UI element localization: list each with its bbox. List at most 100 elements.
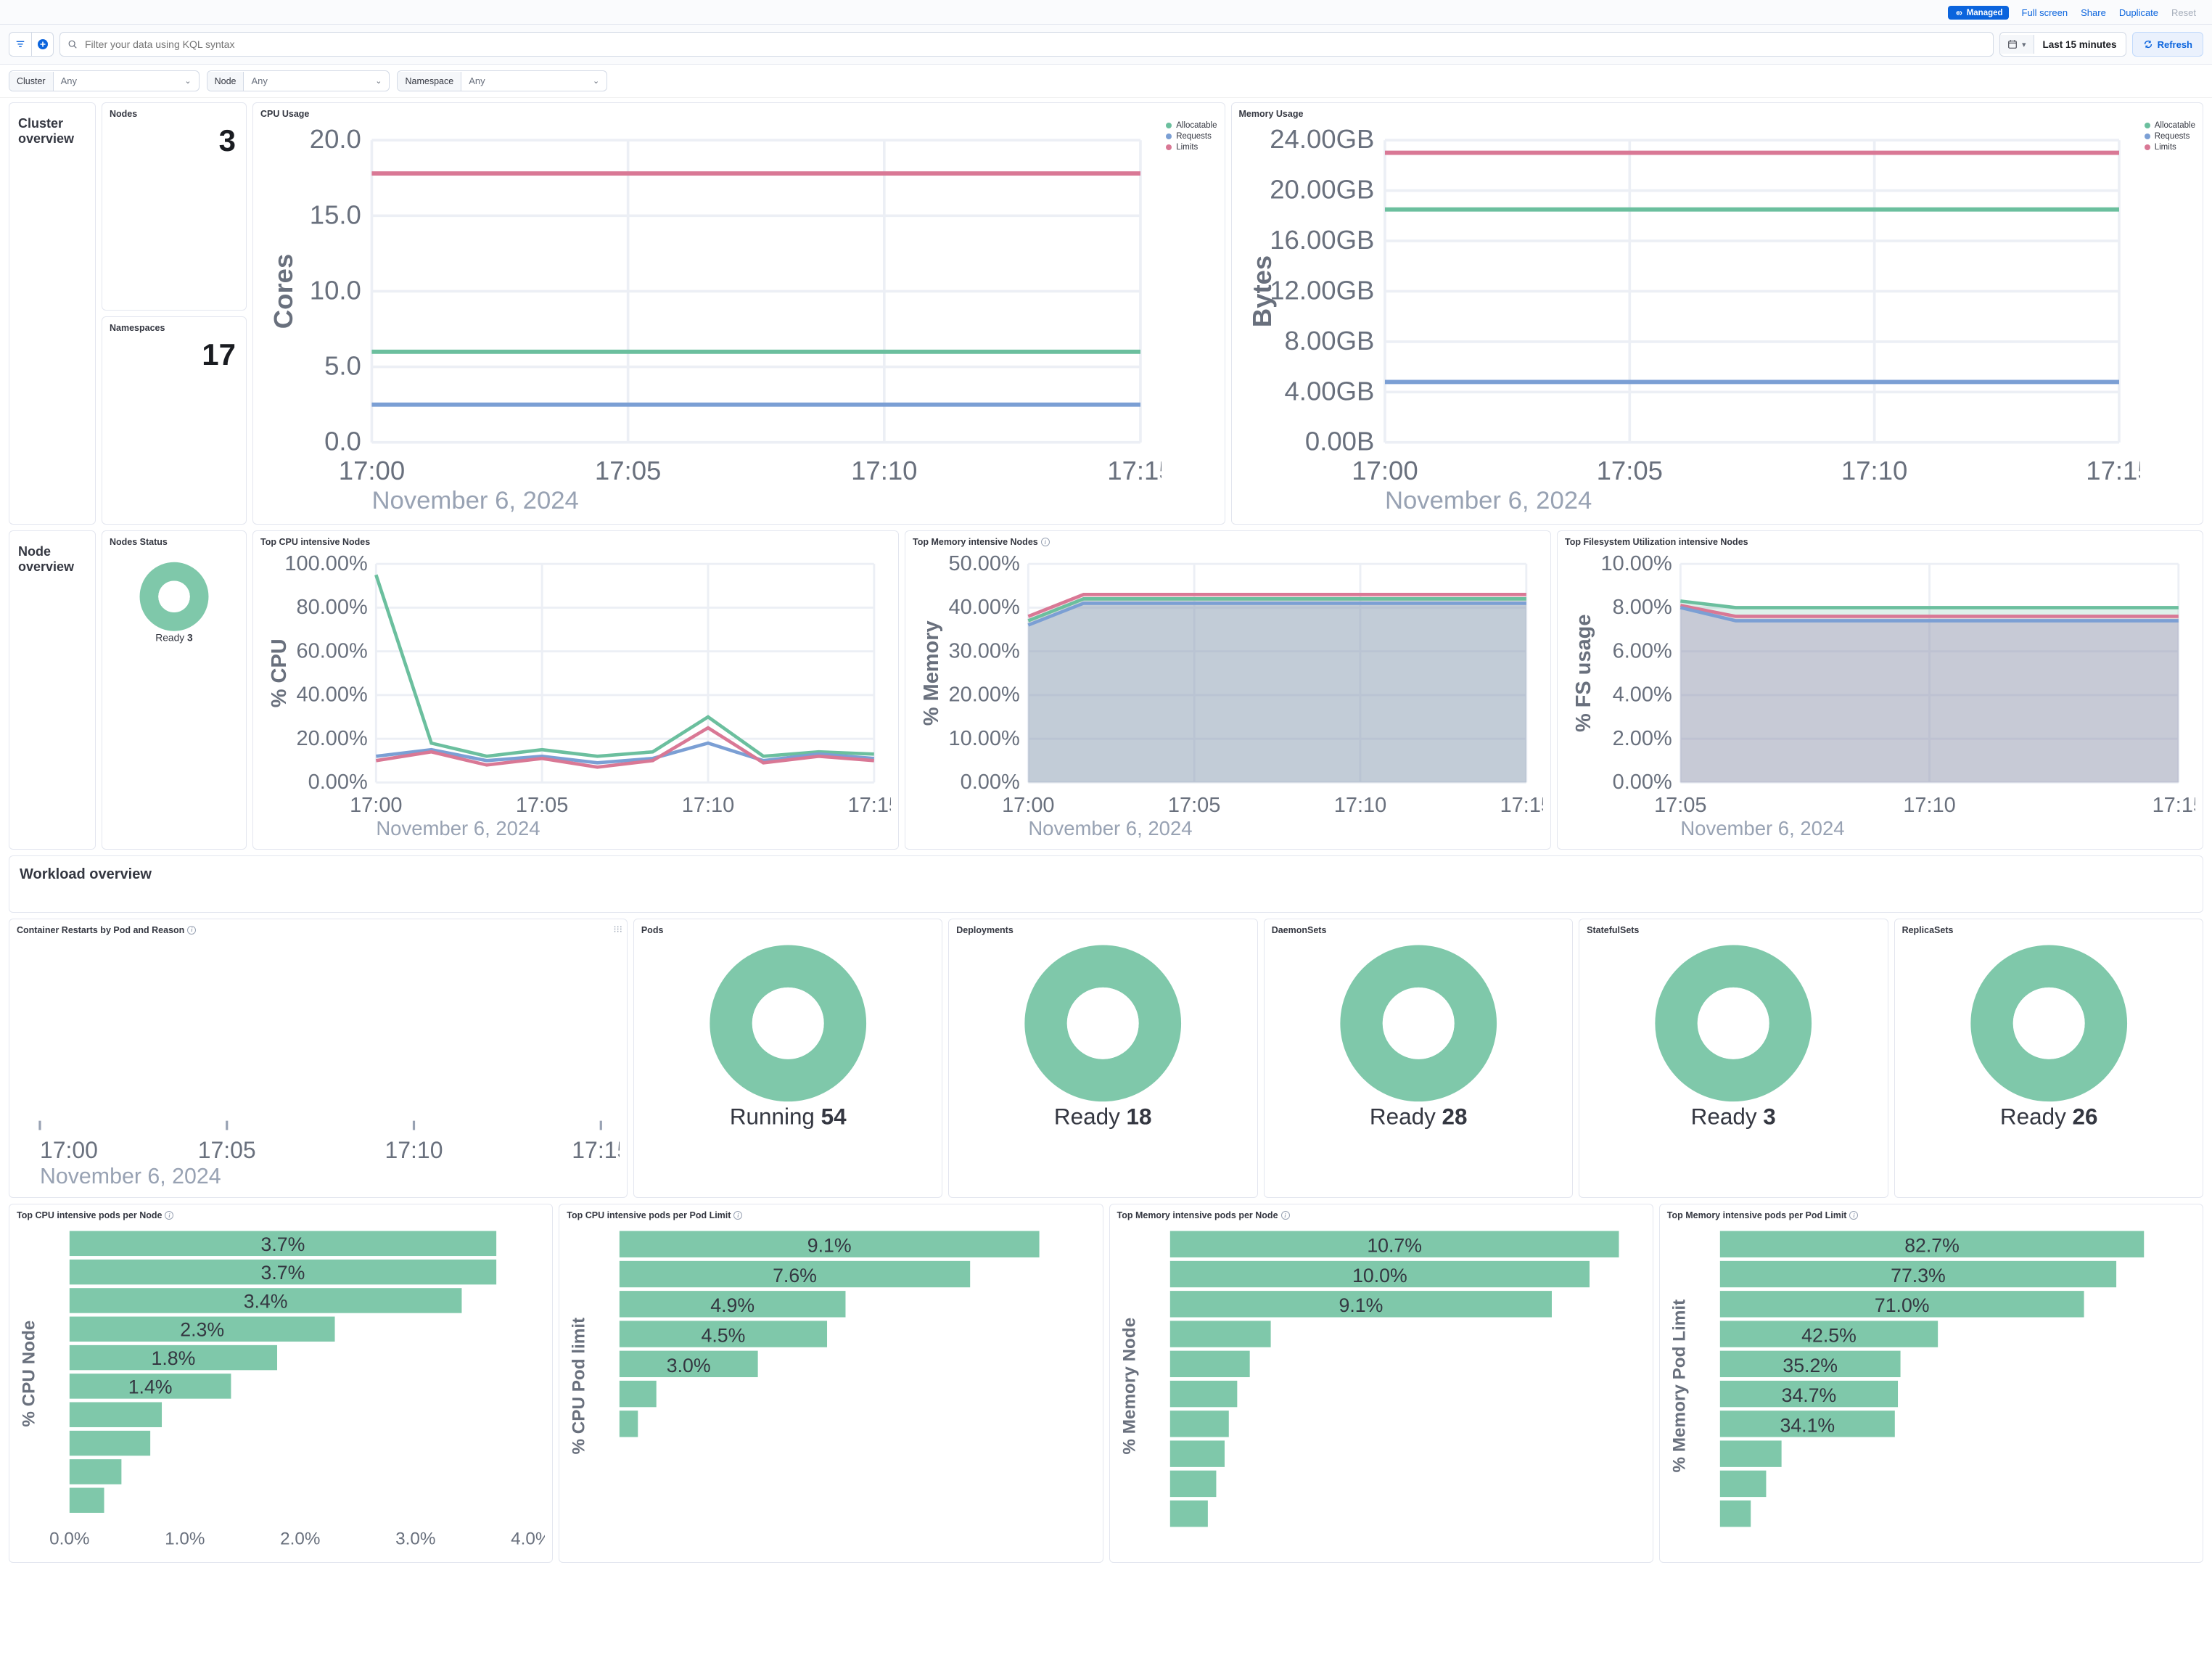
svg-text:0.0%: 0.0% (49, 1530, 89, 1549)
svg-text:17:15: 17:15 (848, 794, 891, 817)
svg-text:November 6, 2024: November 6, 2024 (40, 1164, 221, 1188)
cluster-filter: Cluster Any⌄ (9, 70, 200, 91)
svg-text:3.0%: 3.0% (395, 1530, 435, 1549)
kql-input[interactable] (82, 33, 1986, 56)
chevron-down-icon: ⌄ (593, 76, 599, 86)
svg-text:Bytes: Bytes (1246, 255, 1276, 327)
svg-text:17:05: 17:05 (198, 1136, 256, 1162)
svg-text:0.0: 0.0 (324, 427, 361, 456)
time-range-label[interactable]: Last 15 minutes (2034, 35, 2126, 54)
dashboard-top-actions: Managed Full screen Share Duplicate Rese… (0, 0, 2212, 25)
full-screen-link[interactable]: Full screen (2022, 7, 2068, 18)
filter-bar: Cluster Any⌄ Node Any⌄ Namespace Any⌄ (0, 65, 2212, 98)
svg-text:% CPU Pod limit: % CPU Pod limit (570, 1318, 589, 1455)
plus-circle-icon (37, 38, 49, 50)
managed-badge-label: Managed (1967, 9, 2003, 17)
svg-text:0.00%: 0.00% (308, 771, 368, 794)
svg-text:0.00%: 0.00% (961, 771, 1020, 794)
svg-text:82.7%: 82.7% (1904, 1235, 1960, 1257)
duplicate-link[interactable]: Duplicate (2119, 7, 2158, 18)
cpu-pods-node-chart: 3.7%3.7%3.4%2.3%1.8%1.4%0.0%1.0%2.0%3.0%… (17, 1220, 545, 1555)
query-bar[interactable] (59, 32, 1994, 57)
info-icon[interactable]: i (733, 1211, 742, 1220)
svg-text:% Memory: % Memory (920, 620, 943, 726)
cluster-overview-heading: Cluster overview (17, 109, 88, 517)
toolbar-left-segment (9, 32, 54, 57)
filter-icon (15, 39, 25, 49)
add-filter-button[interactable] (31, 33, 53, 56)
cpu-pods-node-panel: Top CPU intensive pods per Nodei 3.7% 3.7… (9, 1204, 553, 1563)
svg-text:3.7%: 3.7% (261, 1233, 305, 1255)
svg-text:1.0%: 1.0% (165, 1530, 205, 1549)
share-link[interactable]: Share (2081, 7, 2106, 18)
time-range-picker[interactable]: ▾ Last 15 minutes (1999, 32, 2126, 57)
svg-text:34.1%: 34.1% (1780, 1414, 1835, 1436)
node-filter-value[interactable]: Any⌄ (244, 71, 389, 91)
namespace-filter: Namespace Any⌄ (397, 70, 607, 91)
link-icon (1954, 8, 1964, 18)
svg-text:% CPU Node: % CPU Node (19, 1321, 38, 1427)
daemonsets-donut: Ready 28 (1272, 935, 1565, 1131)
nodes-metric-value: 3 (110, 119, 239, 158)
cpu-usage-title: CPU Usage (260, 109, 1217, 119)
svg-text:6.00%: 6.00% (1613, 639, 1672, 662)
calendar-button[interactable]: ▾ (2000, 35, 2034, 54)
info-icon[interactable]: i (1281, 1211, 1290, 1220)
cpu-pods-node-title: Top CPU intensive pods per Node (17, 1210, 162, 1220)
info-icon[interactable]: i (165, 1211, 173, 1220)
svg-text:4.5%: 4.5% (702, 1325, 746, 1347)
svg-text:3.7%: 3.7% (261, 1262, 305, 1284)
query-toolbar: ▾ Last 15 minutes Refresh (0, 25, 2212, 65)
info-icon[interactable]: i (1849, 1211, 1858, 1220)
svg-text:17:10: 17:10 (385, 1136, 443, 1162)
svg-text:35.2%: 35.2% (1783, 1355, 1838, 1376)
svg-text:12.00GB: 12.00GB (1270, 275, 1374, 305)
node-overview-heading-panel: Node overview (9, 530, 96, 850)
svg-text:3.0%: 3.0% (667, 1355, 711, 1376)
info-icon[interactable]: i (1041, 538, 1050, 546)
managed-badge: Managed (1948, 6, 2009, 20)
namespaces-metric-value: 17 (110, 333, 239, 372)
svg-text:17:00: 17:00 (40, 1136, 98, 1162)
refresh-button[interactable]: Refresh (2132, 32, 2203, 57)
filter-icon-button[interactable] (9, 33, 31, 56)
replicasets-donut: Ready 26 (1902, 935, 2195, 1131)
cluster-filter-value[interactable]: Any⌄ (54, 71, 199, 91)
svg-text:5.0: 5.0 (324, 351, 361, 381)
cluster-filter-label: Cluster (9, 72, 54, 91)
container-restarts-panel: Container Restarts by Pod and Reasoni ⁝⁝… (9, 919, 628, 1199)
svg-text:60.00%: 60.00% (297, 639, 368, 662)
statefulsets-panel: StatefulSets Ready 3 (1579, 919, 1888, 1199)
svg-text:30.00%: 30.00% (949, 639, 1020, 662)
namespace-filter-value[interactable]: Any⌄ (461, 71, 607, 91)
namespaces-metric-title: Namespaces (110, 323, 239, 333)
mem-pods-limit-panel: Top Memory intensive pods per Pod Limiti… (1659, 1204, 2203, 1563)
svg-text:20.00%: 20.00% (949, 683, 1020, 707)
deployments-title: Deployments (956, 925, 1249, 935)
node-filter-label: Node (207, 72, 244, 91)
calendar-icon (2007, 39, 2018, 49)
svg-text:20.00GB: 20.00GB (1270, 175, 1374, 205)
pods-donut: Running 54 (641, 935, 934, 1131)
svg-text:8.00GB: 8.00GB (1284, 326, 1374, 356)
info-icon[interactable]: i (187, 926, 196, 935)
svg-text:Cores: Cores (268, 254, 298, 329)
svg-text:17:00: 17:00 (1002, 794, 1054, 817)
memory-usage-title: Memory Usage (1239, 109, 2196, 119)
svg-text:17:05: 17:05 (1596, 456, 1662, 485)
cpu-pods-limit-panel: Top CPU intensive pods per Pod Limiti 9.… (559, 1204, 1103, 1563)
svg-text:9.1%: 9.1% (1339, 1294, 1383, 1316)
namespaces-metric-panel: Namespaces 17 (102, 316, 247, 525)
panel-options-icon[interactable]: ⁝⁝⁝ (613, 924, 622, 935)
svg-text:34.7%: 34.7% (1781, 1384, 1836, 1406)
pods-panel: Pods Running 54 (633, 919, 942, 1199)
svg-text:Ready 3: Ready 3 (1691, 1104, 1776, 1129)
svg-text:10.00%: 10.00% (949, 727, 1020, 750)
memory-usage-panel: Memory Usage 0.00B4.00GB8.00GB12.00GB16.… (1231, 102, 2204, 525)
top-cpu-nodes-panel: Top CPU intensive Nodes 0.00%20.00%40.00… (252, 530, 899, 850)
svg-text:% CPU: % CPU (268, 639, 291, 707)
namespace-filter-label: Namespace (398, 72, 461, 91)
svg-text:9.1%: 9.1% (807, 1235, 852, 1257)
nodes-status-title: Nodes Status (110, 537, 239, 547)
svg-text:Ready 26: Ready 26 (1999, 1104, 2097, 1129)
